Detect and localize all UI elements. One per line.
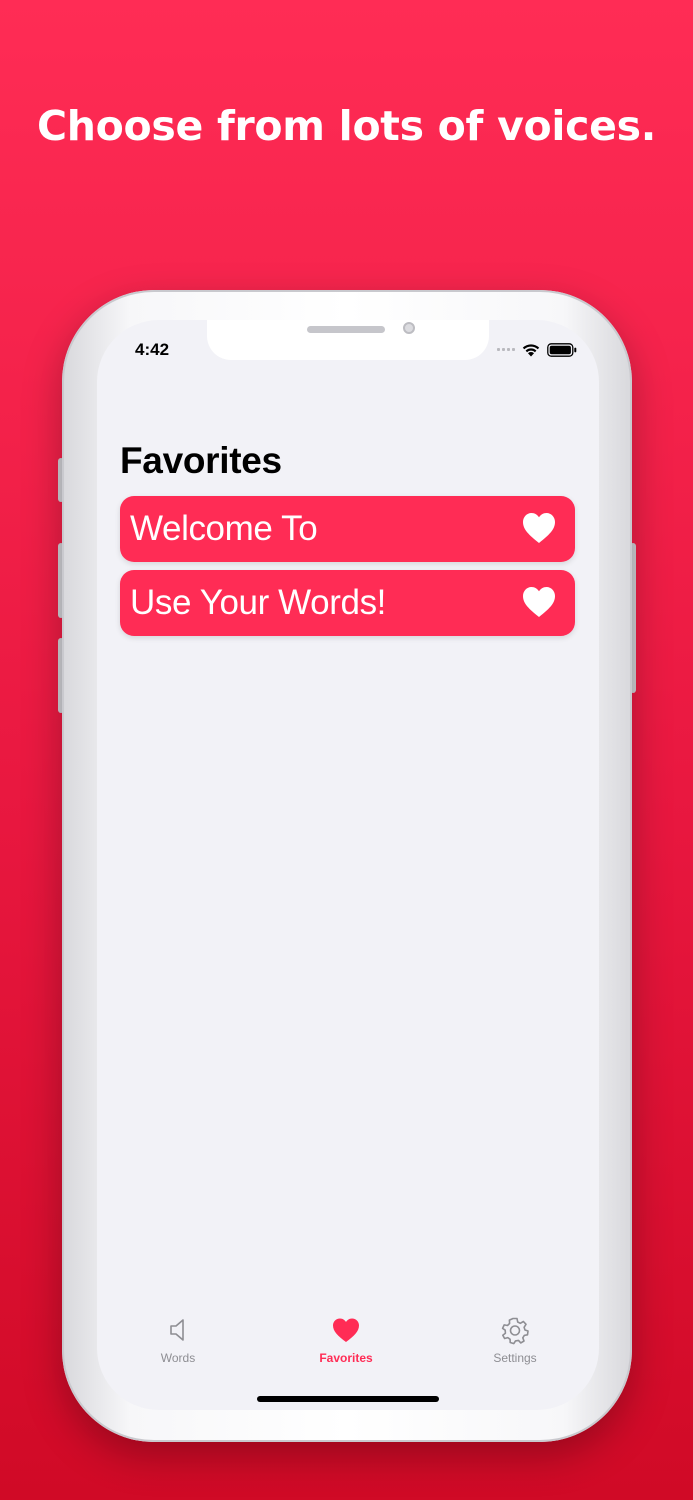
front-camera [403,322,415,334]
heart-icon [333,1318,359,1342]
notch [207,320,489,360]
speaker-icon [170,1319,184,1341]
phone-screen: 4:42 Favorites Welcome To Use Your Words… [97,320,599,1410]
tab-label: Words [160,1351,196,1365]
gear-icon [501,1317,529,1345]
heart-icon[interactable] [521,585,557,619]
favorite-item-label: Welcome To [130,509,318,548]
cellular-signal-icon [497,348,515,351]
tab-bar: Words Favorites Settings [97,1315,599,1375]
wifi-icon [522,344,540,357]
favorites-list: Welcome To Use Your Words! [120,496,575,644]
favorite-item[interactable]: Welcome To [120,496,575,562]
earpiece-speaker [307,326,385,333]
favorite-item-label: Use Your Words! [130,583,386,622]
heart-icon[interactable] [521,511,557,545]
home-indicator[interactable] [257,1396,439,1402]
headline: Choose from lots of voices. [36,102,657,150]
status-time: 4:42 [135,340,170,359]
tab-label: Settings [493,1351,537,1365]
favorite-item[interactable]: Use Your Words! [120,570,575,636]
battery-icon [547,342,577,357]
page-title: Favorites [120,440,282,481]
status-icons [497,342,577,357]
tab-words[interactable]: Words [123,1315,233,1371]
tab-settings[interactable]: Settings [460,1315,570,1371]
tab-favorites[interactable]: Favorites [291,1315,401,1371]
tab-label: Favorites [319,1351,373,1365]
